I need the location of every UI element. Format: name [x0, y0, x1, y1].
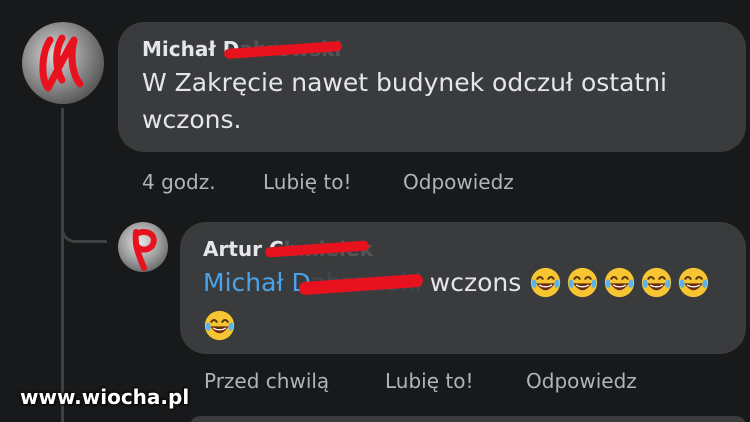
face-with-tears-of-joy-emoji-icon: [203, 309, 236, 342]
like-button[interactable]: Lubię to!: [385, 368, 473, 394]
reply-button[interactable]: Odpowiedz: [403, 169, 514, 195]
comments-screen: Michał Dabrowski W Zakręcie nawet budyne…: [0, 0, 750, 422]
face-with-tears-of-joy-emoji-icon: [566, 266, 599, 299]
comment-timestamp: 4 godz.: [142, 170, 216, 194]
face-with-tears-of-joy-emoji-icon: [677, 266, 710, 299]
like-button[interactable]: Lubię to!: [263, 169, 351, 195]
reply-author[interactable]: Artur Chmielek: [203, 236, 373, 262]
next-comment-bubble-edge: [190, 416, 746, 422]
comment-bubble: Michał Dabrowski W Zakręcie nawet budyne…: [118, 22, 746, 152]
reply-bubble: Artur Chmielek Michał Dabrowski wczons: [180, 222, 746, 354]
comment-text: W Zakręcie nawet budynek odczuł ostatni …: [142, 68, 667, 134]
comment-author[interactable]: Michał Dabrowski: [142, 36, 343, 62]
thread-line: [61, 108, 64, 422]
reply-text: Michał Dabrowski wczons: [203, 264, 723, 346]
reply-timestamp: Przed chwilą: [204, 369, 330, 393]
redaction-scribble: [39, 34, 84, 92]
reply-button[interactable]: Odpowiedz: [526, 368, 637, 394]
redaction-scribble: [132, 228, 157, 271]
mention-link[interactable]: Michał Dabrowski: [203, 264, 424, 301]
thread-connector: [61, 205, 107, 243]
avatar-main-commenter[interactable]: [22, 22, 104, 104]
face-with-tears-of-joy-emoji-icon: [640, 266, 673, 299]
avatar-reply-commenter[interactable]: [118, 222, 168, 272]
face-with-tears-of-joy-emoji-icon: [603, 266, 636, 299]
face-with-tears-of-joy-emoji-icon: [529, 266, 562, 299]
reply-actions: Przed chwilą Lubię to! Odpowiedz: [204, 368, 674, 394]
site-watermark: www.wiocha.pl: [20, 385, 190, 409]
reply-message: wczons: [429, 268, 522, 297]
comment-actions: 4 godz. Lubię to! Odpowiedz: [142, 169, 562, 195]
emoji-row: [529, 266, 714, 309]
